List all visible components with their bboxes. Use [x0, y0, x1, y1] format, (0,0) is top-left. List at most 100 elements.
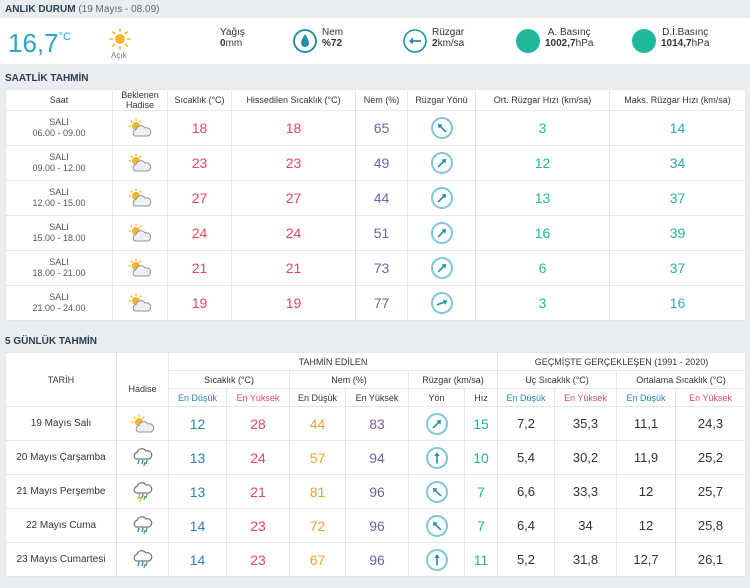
- wind-direction-cell: [407, 145, 476, 181]
- extreme-low-cell: 5,2: [497, 542, 555, 577]
- slot-day: SALI: [49, 187, 69, 197]
- wind-direction-icon: [403, 29, 427, 53]
- wind-dir-cell: [408, 474, 465, 509]
- wind-direction-cell: [407, 285, 476, 321]
- wind-dir-cell: [408, 440, 465, 475]
- extreme-high-cell: 30,2: [554, 440, 617, 475]
- rain-icon: [133, 549, 152, 568]
- hourly-row: SALI 09.00 - 12.00 23 23 49 12 34: [5, 145, 746, 181]
- partly-cloudy-icon: [130, 413, 154, 432]
- hourly-forecast-table: Saat Beklenen Hadise Sıcaklık (°C) Hissed…: [5, 89, 746, 321]
- wind-label: Rüzgar: [432, 27, 465, 38]
- event-cell: [116, 406, 169, 441]
- time-slot: SALI 15.00 - 18.00: [5, 215, 113, 251]
- thunderstorm-icon: [133, 481, 152, 502]
- header-daily-temp: Sıcaklık (°C): [168, 370, 290, 389]
- time-slot: SALI 12.00 - 15.00: [5, 180, 113, 216]
- temp-low-cell: 12: [168, 406, 227, 441]
- feels-like-cell: 24: [231, 215, 356, 251]
- wind-metric: Rüzgar 2km/sa: [432, 27, 464, 49]
- current-conditions-bar: 16,7°C Açık Yağış 0mm Nem %72 Rüzgar 2km…: [0, 18, 750, 64]
- average-low-cell: 11,1: [616, 406, 676, 441]
- slot-day: SALI: [49, 152, 69, 162]
- average-low-cell: 11,9: [616, 440, 676, 475]
- header-wind-speed: Hız: [464, 388, 498, 407]
- extreme-high-cell: 31,8: [554, 542, 617, 577]
- wind-arrow-icon: [425, 514, 448, 537]
- wind-speed-cell: 15: [464, 406, 498, 441]
- hourly-row: SALI 18.00 - 21.00 21 21 73 6 37: [5, 250, 746, 286]
- header-max-wind: Maks. Rüzgar Hızı (km/sa): [609, 89, 746, 111]
- date-cell: 22 Mayıs Cuma: [5, 508, 117, 543]
- current-title-text: ANLIK DURUM: [5, 4, 76, 15]
- precip-unit: mm: [225, 38, 243, 49]
- hourly-row: SALI 21.00 - 24.00 19 19 77 3 16: [5, 285, 746, 321]
- average-low-cell: 12: [616, 474, 676, 509]
- current-condition-text: Açık: [111, 51, 127, 60]
- wind-arrow-icon: [425, 548, 448, 571]
- extreme-high-cell: 35,3: [554, 406, 617, 441]
- rain-icon: [133, 447, 152, 466]
- temp-high-cell: 24: [226, 440, 290, 475]
- hourly-row: SALI 15.00 - 18.00 24 24 51 16 39: [5, 215, 746, 251]
- expected-event-cell: [112, 145, 168, 181]
- header-feels-like: Hissedilen Sıcaklık (°C): [231, 89, 356, 111]
- average-high-cell: 25,2: [675, 440, 746, 475]
- current-temp-value: 16,7: [8, 28, 59, 58]
- slot-day: SALI: [49, 117, 69, 127]
- slot-range: 18.00 - 21.00: [32, 268, 86, 278]
- temp-high-cell: 21: [226, 474, 290, 509]
- slot-range: 21.00 - 24.00: [32, 303, 86, 313]
- extreme-low-cell: 7,2: [497, 406, 555, 441]
- header-daily-wind: Rüzgar (km/sa): [408, 370, 498, 389]
- humidity-high-cell: 83: [345, 406, 409, 441]
- date-cell: 21 Mayıs Perşembe: [5, 474, 117, 509]
- temp-low-cell: 14: [168, 508, 227, 543]
- partly-cloudy-icon: [128, 153, 152, 172]
- current-temperature: 16,7°C: [8, 28, 71, 59]
- pressure-value: 1002,7: [545, 38, 576, 49]
- header-expected-line2: Hadise: [125, 100, 154, 110]
- header-date: TARİH: [5, 352, 117, 407]
- temperature-cell: 23: [167, 145, 232, 181]
- humidity-high-cell: 96: [345, 474, 409, 509]
- avg-wind-cell: 16: [475, 215, 610, 251]
- humidity-cell: 51: [355, 215, 408, 251]
- header-extreme-temp: Uç Sıcaklık (°C): [497, 370, 617, 389]
- humidity-high-cell: 96: [345, 542, 409, 577]
- slot-day: SALI: [49, 292, 69, 302]
- header-wind-direction: Rüzgar Yönü: [407, 89, 476, 111]
- temp-high-cell: 23: [226, 542, 290, 577]
- wind-direction-cell: [407, 180, 476, 216]
- temperature-cell: 21: [167, 250, 232, 286]
- header-event: Hadise: [116, 352, 169, 407]
- header-extreme-high: En Yüksek: [554, 388, 617, 407]
- event-cell: [116, 474, 169, 509]
- daily-header-row-1: TARİH Hadise TAHMİN EDİLEN GEÇMİŞTE GERÇ…: [5, 352, 746, 407]
- max-wind-cell: 37: [609, 250, 746, 286]
- partly-cloudy-icon: [128, 188, 152, 207]
- slot-range: 06.00 - 09.00: [32, 128, 86, 138]
- max-wind-cell: 16: [609, 285, 746, 321]
- humidity-label: Nem: [322, 27, 344, 38]
- temperature-cell: 18: [167, 110, 232, 146]
- current-temp-unit: °C: [58, 31, 71, 43]
- hourly-forecast-title: SAATLİK TAHMİN: [5, 73, 89, 84]
- extreme-low-cell: 6,6: [497, 474, 555, 509]
- avg-wind-cell: 13: [475, 180, 610, 216]
- header-forecast-group: TAHMİN EDİLEN: [168, 352, 498, 371]
- header-expected-line1: Beklenen: [121, 90, 159, 100]
- temperature-cell: 27: [167, 180, 232, 216]
- humidity-cell: 77: [355, 285, 408, 321]
- avg-wind-cell: 6: [475, 250, 610, 286]
- hourly-row: SALI 06.00 - 09.00 18 18 65 3 14: [5, 110, 746, 146]
- extreme-low-cell: 5,4: [497, 440, 555, 475]
- wind-speed-cell: 11: [464, 542, 498, 577]
- pressure-unit: hPa: [575, 38, 594, 49]
- daily-row: 23 Mayıs Cumartesi 14 23 67 96 11 5,2 31,8 12,7 2…: [5, 542, 746, 577]
- header-temperature: Sıcaklık (°C): [167, 89, 232, 111]
- sea-pressure-label: D.İ.Basınç: [662, 27, 709, 38]
- header-daily-humidity: Nem (%): [289, 370, 409, 389]
- expected-event-cell: [112, 110, 168, 146]
- feels-like-cell: 23: [231, 145, 356, 181]
